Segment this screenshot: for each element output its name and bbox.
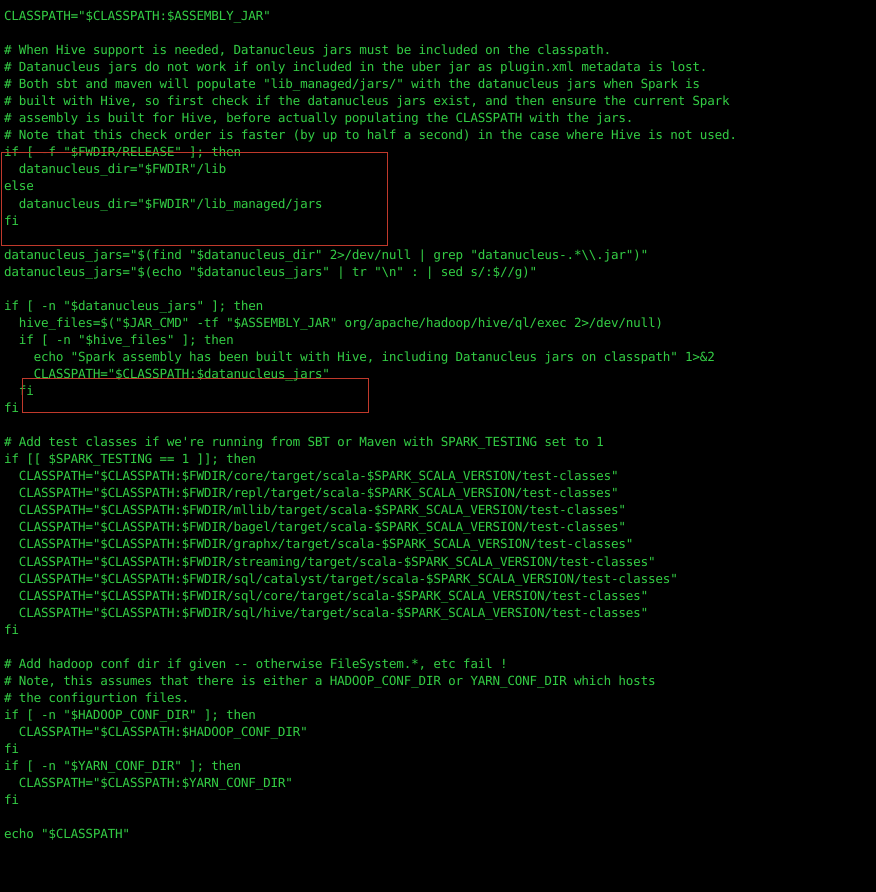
code-line: echo "$CLASSPATH"	[4, 826, 130, 842]
code-line: # When Hive support is needed, Datanucle…	[4, 42, 611, 58]
code-line: fi	[4, 383, 34, 399]
code-line: CLASSPATH="$CLASSPATH:$YARN_CONF_DIR"	[4, 775, 293, 791]
code-line: # Add test classes if we're running from…	[4, 434, 604, 450]
code-line: datanucleus_dir="$FWDIR"/lib_managed/jar…	[4, 195, 323, 211]
code-line: # Note, this assumes that there is eithe…	[4, 672, 656, 688]
code-line: # assembly is built for Hive, before act…	[4, 110, 634, 126]
code-line: fi	[4, 792, 19, 808]
code-line: CLASSPATH="$CLASSPATH:$FWDIR/streaming/t…	[4, 553, 656, 569]
code-line: if [[ $SPARK_TESTING == 1 ]]; then	[4, 451, 256, 467]
code-line: datanucleus_dir="$FWDIR"/lib	[4, 161, 227, 177]
code-line: CLASSPATH="$CLASSPATH:$FWDIR/sql/hive/ta…	[4, 604, 648, 620]
code-line: # the configurtion files.	[4, 689, 190, 705]
code-line: CLASSPATH="$CLASSPATH:$FWDIR/repl/target…	[4, 485, 619, 501]
code-line: else	[4, 178, 34, 194]
code-line: if [ -n "$YARN_CONF_DIR" ]; then	[4, 758, 241, 774]
terminal-code-view[interactable]: CLASSPATH="$CLASSPATH:$ASSEMBLY_JAR" # W…	[0, 0, 876, 892]
code-line: if [ -n "$HADOOP_CONF_DIR" ]; then	[4, 706, 256, 722]
code-line: CLASSPATH="$CLASSPATH:$FWDIR/sql/core/ta…	[4, 587, 648, 603]
code-line: CLASSPATH="$CLASSPATH:$FWDIR/mllib/targe…	[4, 502, 626, 518]
code-line: # Datanucleus jars do not work if only i…	[4, 59, 708, 75]
code-line: hive_files=$("$JAR_CMD" -tf "$ASSEMBLY_J…	[4, 314, 663, 330]
code-line: fi	[4, 400, 19, 416]
code-line: # built with Hive, so first check if the…	[4, 93, 730, 109]
code-line: fi	[4, 621, 19, 637]
code-line: CLASSPATH="$CLASSPATH:$FWDIR/graphx/targ…	[4, 536, 634, 552]
code-line: if [ -n "$datanucleus_jars" ]; then	[4, 297, 264, 313]
code-line: datanucleus_jars="$(echo "$datanucleus_j…	[4, 263, 537, 279]
code-line: # Add hadoop conf dir if given -- otherw…	[4, 655, 508, 671]
code-line: if [ -n "$hive_files" ]; then	[4, 331, 234, 347]
script-source-text: CLASSPATH="$CLASSPATH:$ASSEMBLY_JAR" # W…	[0, 0, 876, 842]
code-line: # Both sbt and maven will populate "lib_…	[4, 76, 700, 92]
code-line: datanucleus_jars="$(find "$datanucleus_d…	[4, 246, 648, 262]
code-line: CLASSPATH="$CLASSPATH:$datanucleus_jars"	[4, 365, 330, 381]
code-line: fi	[4, 212, 19, 228]
code-line: CLASSPATH="$CLASSPATH:$ASSEMBLY_JAR"	[4, 8, 271, 23]
code-line: if [ -f "$FWDIR/RELEASE" ]; then	[4, 144, 241, 160]
code-line: # Note that this check order is faster (…	[4, 127, 737, 143]
code-line: CLASSPATH="$CLASSPATH:$FWDIR/core/target…	[4, 468, 619, 484]
code-line: echo "Spark assembly has been built with…	[4, 348, 715, 364]
code-line: CLASSPATH="$CLASSPATH:$HADOOP_CONF_DIR"	[4, 723, 308, 739]
code-line: fi	[4, 741, 19, 757]
code-line: CLASSPATH="$CLASSPATH:$FWDIR/bagel/targe…	[4, 519, 626, 535]
code-line: CLASSPATH="$CLASSPATH:$FWDIR/sql/catalys…	[4, 570, 678, 586]
